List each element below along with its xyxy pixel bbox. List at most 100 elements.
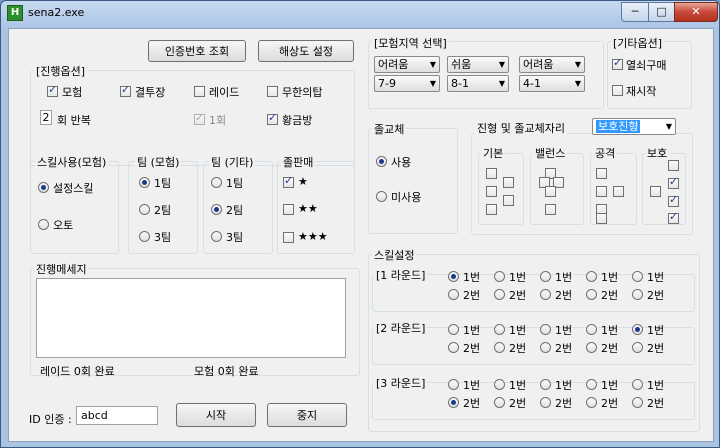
close-button[interactable]: ✕ xyxy=(674,2,718,22)
slot-checkbox[interactable] xyxy=(668,193,679,207)
infinite-tower-checkbox[interactable] xyxy=(267,86,278,97)
team-other-3-radio[interactable] xyxy=(211,231,222,242)
stop-button[interactable]: 중지 xyxy=(267,403,347,427)
skill-radio[interactable] xyxy=(586,397,597,408)
sell-2star-checkbox[interactable] xyxy=(283,204,294,215)
arena-label: 결투장 xyxy=(135,86,166,99)
restart-checkbox[interactable] xyxy=(612,85,623,96)
replacement-not-use-radio[interactable] xyxy=(376,191,387,202)
slot-checkbox[interactable] xyxy=(486,168,497,179)
formation-select-value: 보호진형 xyxy=(596,120,641,133)
adventure-status-text: 모험 0회 완료 xyxy=(194,365,259,378)
maximize-button[interactable]: □ xyxy=(648,2,675,22)
title-bar[interactable]: H sena2.exe ─ □ ✕ xyxy=(1,1,719,25)
skill-radio-label: 1번 xyxy=(555,324,573,337)
minimize-button[interactable]: ─ xyxy=(621,2,649,22)
stage-select-2-value: 8-1 xyxy=(451,77,469,90)
gold-room-checkbox[interactable] xyxy=(267,111,278,125)
messages-textarea[interactable] xyxy=(36,278,346,358)
skill-radio[interactable] xyxy=(540,342,551,353)
auth-lookup-button[interactable]: 인증번호 조회 xyxy=(148,40,246,62)
raid-checkbox[interactable] xyxy=(194,86,205,97)
skill-radio[interactable] xyxy=(494,324,505,335)
skill-radio[interactable] xyxy=(540,397,551,408)
skill-radio[interactable] xyxy=(540,324,551,335)
skill-use-auto-label: 오토 xyxy=(53,219,74,232)
slot-checkbox[interactable] xyxy=(613,186,624,197)
slot-checkbox[interactable] xyxy=(503,195,514,206)
skill-radio[interactable] xyxy=(632,271,643,282)
difficulty-select-1[interactable]: 어려움 ▼ xyxy=(374,56,440,73)
skill-radio[interactable] xyxy=(494,289,505,300)
skill-use-auto-radio[interactable] xyxy=(38,219,49,230)
skill-radio[interactable] xyxy=(586,271,597,282)
stage-select-2[interactable]: 8-1 ▼ xyxy=(447,75,509,92)
skill-radio[interactable] xyxy=(632,324,643,335)
skill-settings-title: 스킬설정 xyxy=(372,247,417,263)
sell-3star-checkbox[interactable] xyxy=(283,232,294,243)
slot-checkbox[interactable] xyxy=(545,204,556,215)
repeat-count-input[interactable]: 2 xyxy=(40,110,52,125)
team-other-1-radio[interactable] xyxy=(211,177,222,188)
slot-checkbox[interactable] xyxy=(486,204,497,215)
skill-radio[interactable] xyxy=(448,289,459,300)
adventure-checkbox[interactable] xyxy=(47,83,58,97)
chevron-down-icon: ▼ xyxy=(429,79,436,88)
skill-radio[interactable] xyxy=(494,379,505,390)
skill-radio[interactable] xyxy=(586,342,597,353)
skill-radio[interactable] xyxy=(448,342,459,353)
slot-checkbox[interactable] xyxy=(596,213,607,224)
skill-radio[interactable] xyxy=(494,342,505,353)
difficulty-select-2[interactable]: 쉬움 ▼ xyxy=(447,56,509,73)
skill-radio[interactable] xyxy=(632,397,643,408)
skill-radio[interactable] xyxy=(540,289,551,300)
repeat-label: 회 반복 xyxy=(57,114,91,127)
start-button[interactable]: 시작 xyxy=(176,403,256,427)
slot-checkbox[interactable] xyxy=(545,186,556,197)
skill-radio[interactable] xyxy=(540,379,551,390)
formation-select[interactable]: 보호진형 ▼ xyxy=(592,118,676,135)
resolution-settings-button[interactable]: 해상도 설정 xyxy=(258,40,354,62)
team-adventure-3-radio[interactable] xyxy=(139,231,150,242)
stage-select-1[interactable]: 7-9 ▼ xyxy=(374,75,440,92)
slot-checkbox[interactable] xyxy=(668,210,679,224)
skill-radio[interactable] xyxy=(494,271,505,282)
arena-checkbox[interactable] xyxy=(120,83,131,97)
slot-checkbox[interactable] xyxy=(596,168,607,179)
skill-use-preset-radio[interactable] xyxy=(38,182,49,193)
skill-radio[interactable] xyxy=(494,397,505,408)
replacement-use-radio[interactable] xyxy=(376,156,387,167)
difficulty-select-3[interactable]: 어려움 ▼ xyxy=(519,56,585,73)
formation-basic-label: 기본 xyxy=(481,145,506,161)
team-adventure-1-radio[interactable] xyxy=(139,177,150,188)
skill-radio[interactable] xyxy=(448,271,459,282)
progress-options-title: [진행옵션] xyxy=(34,63,88,79)
stage-select-3[interactable]: 4-1 ▼ xyxy=(519,75,585,92)
skill-radio[interactable] xyxy=(448,379,459,390)
slot-checkbox[interactable] xyxy=(650,186,661,197)
slot-checkbox[interactable] xyxy=(486,186,497,197)
skill-radio[interactable] xyxy=(540,271,551,282)
skill-radio[interactable] xyxy=(448,324,459,335)
skill-radio[interactable] xyxy=(586,379,597,390)
skill-radio[interactable] xyxy=(586,324,597,335)
skill-radio[interactable] xyxy=(448,397,459,408)
stage-select-1-value: 7-9 xyxy=(378,77,396,90)
slot-checkbox[interactable] xyxy=(596,186,607,197)
id-auth-input[interactable]: abcd xyxy=(76,406,158,425)
slot-checkbox[interactable] xyxy=(668,175,679,189)
slot-checkbox[interactable] xyxy=(503,177,514,188)
stage-select-3-value: 4-1 xyxy=(523,77,541,90)
team-adventure-2-radio[interactable] xyxy=(139,204,150,215)
skill-radio[interactable] xyxy=(632,289,643,300)
key-buy-checkbox[interactable] xyxy=(612,56,623,70)
skill-radio[interactable] xyxy=(586,289,597,300)
difficulty-select-2-value: 쉬움 xyxy=(451,58,472,71)
slot-checkbox[interactable] xyxy=(668,160,679,171)
skill-radio[interactable] xyxy=(632,342,643,353)
skill-radio-label: 1번 xyxy=(509,271,527,284)
team-other-2-radio[interactable] xyxy=(211,204,222,215)
sell-1star-checkbox[interactable] xyxy=(283,174,294,188)
once-checkbox[interactable] xyxy=(194,111,205,125)
skill-radio[interactable] xyxy=(632,379,643,390)
